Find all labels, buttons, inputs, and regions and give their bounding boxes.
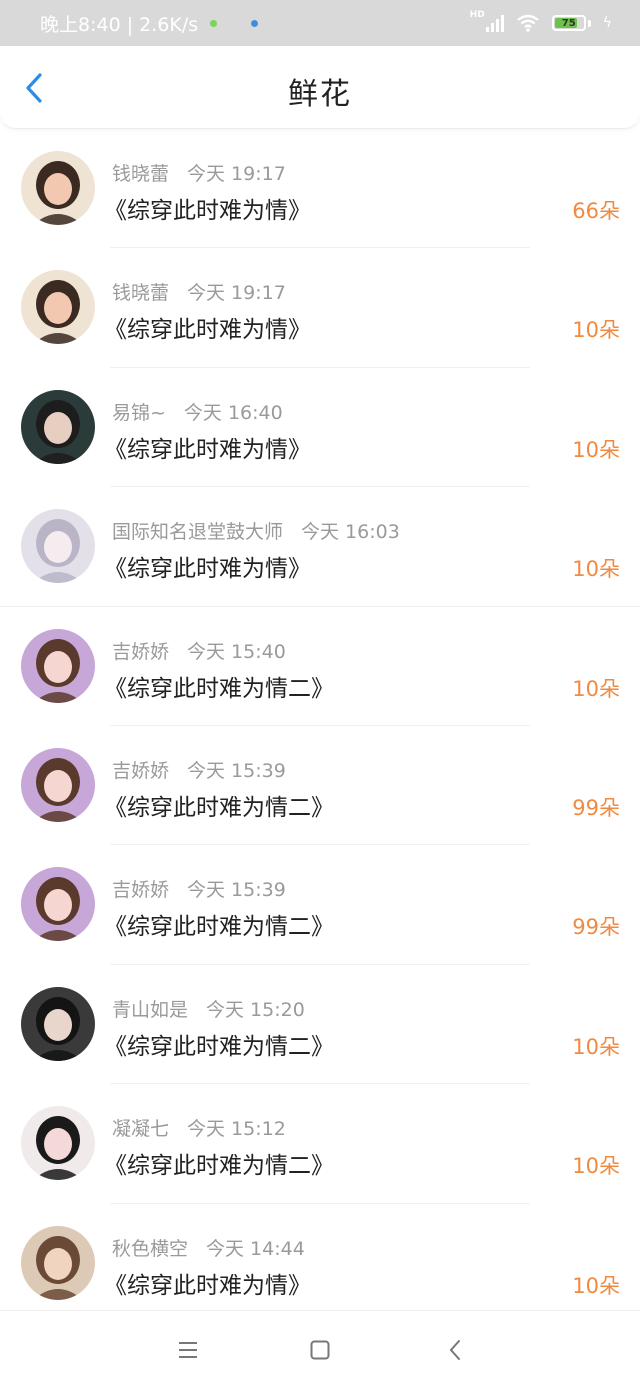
- flower-count: 10朵: [572, 1034, 620, 1059]
- status-bar: 晚上8:40 | 2.6K/s HD 75 ϟ: [0, 0, 640, 46]
- home-button[interactable]: [305, 1335, 335, 1365]
- item-meta: 钱晓蕾 今天 19:17: [112, 278, 286, 305]
- user-name: 吉娇娇: [112, 879, 170, 902]
- item-meta: 吉娇娇 今天 15:39: [112, 875, 286, 902]
- flower-count: 10朵: [572, 1154, 620, 1179]
- nav-bar: 鲜花: [0, 46, 640, 129]
- page-title: 鲜花: [288, 77, 352, 112]
- avatar[interactable]: [21, 628, 95, 703]
- flower-count: 10朵: [572, 557, 620, 582]
- book-title: 《综穿此时难为情二》: [104, 914, 334, 941]
- list-item[interactable]: 钱晓蕾 今天 19:17 《综穿此时难为情》 10朵: [0, 248, 640, 368]
- item-meta: 国际知名退堂鼓大师 今天 16:03: [112, 517, 400, 544]
- book-title: 《综穿此时难为情二》: [104, 794, 334, 821]
- avatar[interactable]: [21, 986, 95, 1061]
- list-item[interactable]: 吉娇娇 今天 15:39 《综穿此时难为情二》 99朵: [0, 845, 640, 965]
- system-nav-bar: [0, 1310, 640, 1388]
- user-name: 秋色横空: [112, 1237, 189, 1260]
- menu-button[interactable]: [173, 1335, 203, 1365]
- item-meta: 吉娇娇 今天 15:40: [112, 637, 286, 664]
- timestamp: 今天 16:03: [301, 521, 400, 544]
- item-meta: 秋色横空 今天 14:44: [112, 1234, 305, 1261]
- book-title: 《综穿此时难为情二》: [104, 675, 334, 702]
- flower-count: 10朵: [572, 318, 620, 343]
- avatar[interactable]: [21, 389, 95, 464]
- avatar[interactable]: [21, 747, 95, 822]
- avatar[interactable]: [21, 270, 95, 345]
- timestamp: 今天 15:39: [187, 879, 286, 902]
- user-name: 易锦~: [112, 401, 166, 424]
- timestamp: 今天 16:40: [183, 401, 283, 424]
- flower-count: 10朵: [572, 676, 620, 701]
- user-name: 钱晓蕾: [112, 282, 170, 305]
- avatar[interactable]: [21, 867, 95, 942]
- book-title: 《综穿此时难为情二》: [104, 1153, 334, 1180]
- notification-dot-blue: [251, 19, 259, 27]
- system-back-button[interactable]: [440, 1335, 470, 1365]
- flower-count: 99朵: [572, 795, 620, 820]
- avatar[interactable]: [21, 1225, 95, 1300]
- list-item[interactable]: 钱晓蕾 今天 19:17 《综穿此时难为情》 66朵: [0, 129, 640, 249]
- user-name: 钱晓蕾: [112, 163, 170, 185]
- timestamp: 今天 15:20: [206, 998, 305, 1021]
- item-meta: 钱晓蕾 今天 19:17: [112, 159, 286, 186]
- avatar[interactable]: [21, 151, 95, 225]
- battery-icon: 75: [551, 15, 586, 31]
- battery-level: 75: [561, 17, 576, 29]
- book-title: 《综穿此时难为情》: [104, 317, 311, 344]
- item-meta: 易锦~ 今天 16:40: [112, 398, 283, 425]
- flower-count: 99朵: [572, 915, 620, 940]
- list-item[interactable]: 易锦~ 今天 16:40 《综穿此时难为情》 10朵: [0, 368, 640, 488]
- avatar[interactable]: [21, 1106, 95, 1181]
- flower-count: 10朵: [572, 1273, 620, 1298]
- list-item[interactable]: 秋色横空 今天 14:44 《综穿此时难为情》 10朵: [0, 1204, 640, 1323]
- list-item[interactable]: 吉娇娇 今天 15:39 《综穿此时难为情二》 99朵: [0, 726, 640, 846]
- user-name: 青山如是: [112, 998, 189, 1021]
- menu-icon: [179, 1342, 197, 1358]
- status-left: 晚上8:40 | 2.6K/s: [40, 10, 259, 37]
- book-title: 《综穿此时难为情》: [104, 198, 311, 224]
- list-item[interactable]: 吉娇娇 今天 15:40 《综穿此时难为情二》 10朵: [0, 607, 640, 726]
- user-name: 国际知名退堂鼓大师: [112, 521, 284, 544]
- list-item[interactable]: 凝凝七 今天 15:12 《综穿此时难为情二》 10朵: [0, 1084, 640, 1204]
- wifi-icon: [517, 14, 539, 32]
- hd-label: HD: [469, 10, 485, 20]
- list-item[interactable]: 国际知名退堂鼓大师 今天 16:03 《综穿此时难为情》 10朵: [0, 487, 640, 607]
- book-title: 《综穿此时难为情》: [104, 556, 311, 583]
- signal-icon: HD: [470, 10, 504, 32]
- timestamp: 今天 15:40: [187, 640, 286, 663]
- user-name: 吉娇娇: [112, 640, 170, 663]
- book-title: 《综穿此时难为情》: [104, 436, 311, 463]
- timestamp: 今天 15:39: [187, 759, 286, 782]
- user-name: 吉娇娇: [112, 759, 170, 782]
- user-name: 凝凝七: [112, 1118, 170, 1141]
- timestamp: 今天 15:12: [187, 1118, 286, 1141]
- back-triangle-icon: [449, 1340, 460, 1360]
- book-title: 《综穿此时难为情》: [104, 1272, 311, 1299]
- item-meta: 凝凝七 今天 15:12: [112, 1114, 286, 1141]
- item-meta: 青山如是 今天 15:20: [112, 995, 305, 1022]
- book-title: 《综穿此时难为情二》: [104, 1033, 334, 1060]
- battery-tip: [587, 19, 591, 27]
- avatar[interactable]: [21, 509, 95, 584]
- timestamp: 今天 19:17: [187, 282, 286, 305]
- list-item[interactable]: 青山如是 今天 15:20 《综穿此时难为情二》 10朵: [0, 965, 640, 1085]
- timestamp: 今天 19:17: [187, 163, 286, 185]
- flower-count: 10朵: [572, 437, 620, 462]
- home-square-icon: [310, 1340, 330, 1360]
- item-meta: 吉娇娇 今天 15:39: [112, 756, 286, 783]
- charging-icon: ϟ: [602, 15, 612, 31]
- timestamp: 今天 14:44: [206, 1237, 305, 1260]
- status-time-speed: 晚上8:40 | 2.6K/s: [40, 13, 199, 36]
- flower-count: 66朵: [572, 199, 620, 223]
- flower-list: 钱晓蕾 今天 19:17 《综穿此时难为情》 66朵 钱晓蕾 今天 19:17 …: [0, 129, 640, 1323]
- status-right: HD 75 ϟ: [470, 10, 612, 32]
- notification-dot-green: [210, 19, 218, 27]
